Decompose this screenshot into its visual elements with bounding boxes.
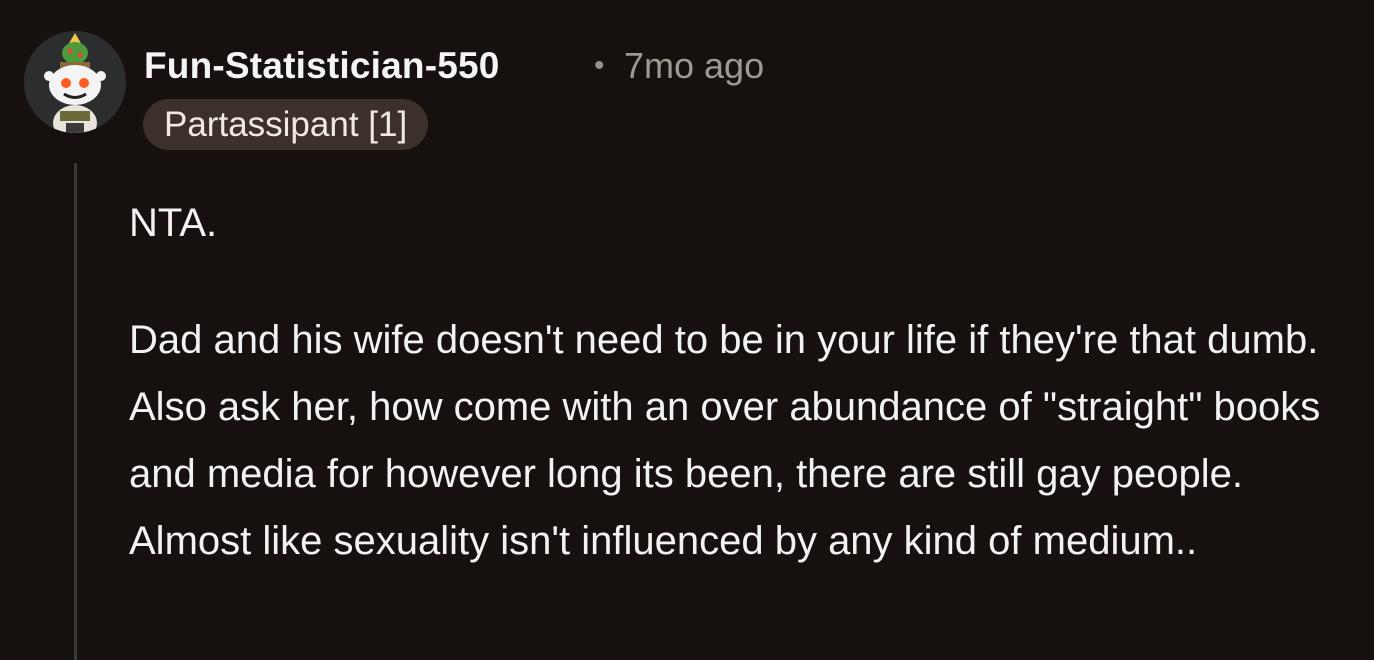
meta-separator: •	[594, 49, 605, 82]
thread-line[interactable]	[74, 163, 77, 660]
user-flair-badge: Partassipant [1]	[143, 99, 429, 150]
snoo-avatar-icon	[24, 31, 126, 133]
comment-body: NTA. Dad and his wife doesn't need to be…	[129, 190, 1349, 575]
comment-paragraph: Dad and his wife doesn't need to be in y…	[129, 318, 1321, 563]
comment-paragraph: NTA.	[129, 201, 218, 245]
author-username[interactable]: Fun-Statistician-550	[144, 42, 500, 90]
comment-timestamp[interactable]: 7mo ago	[624, 42, 764, 90]
user-avatar[interactable]	[24, 31, 126, 133]
